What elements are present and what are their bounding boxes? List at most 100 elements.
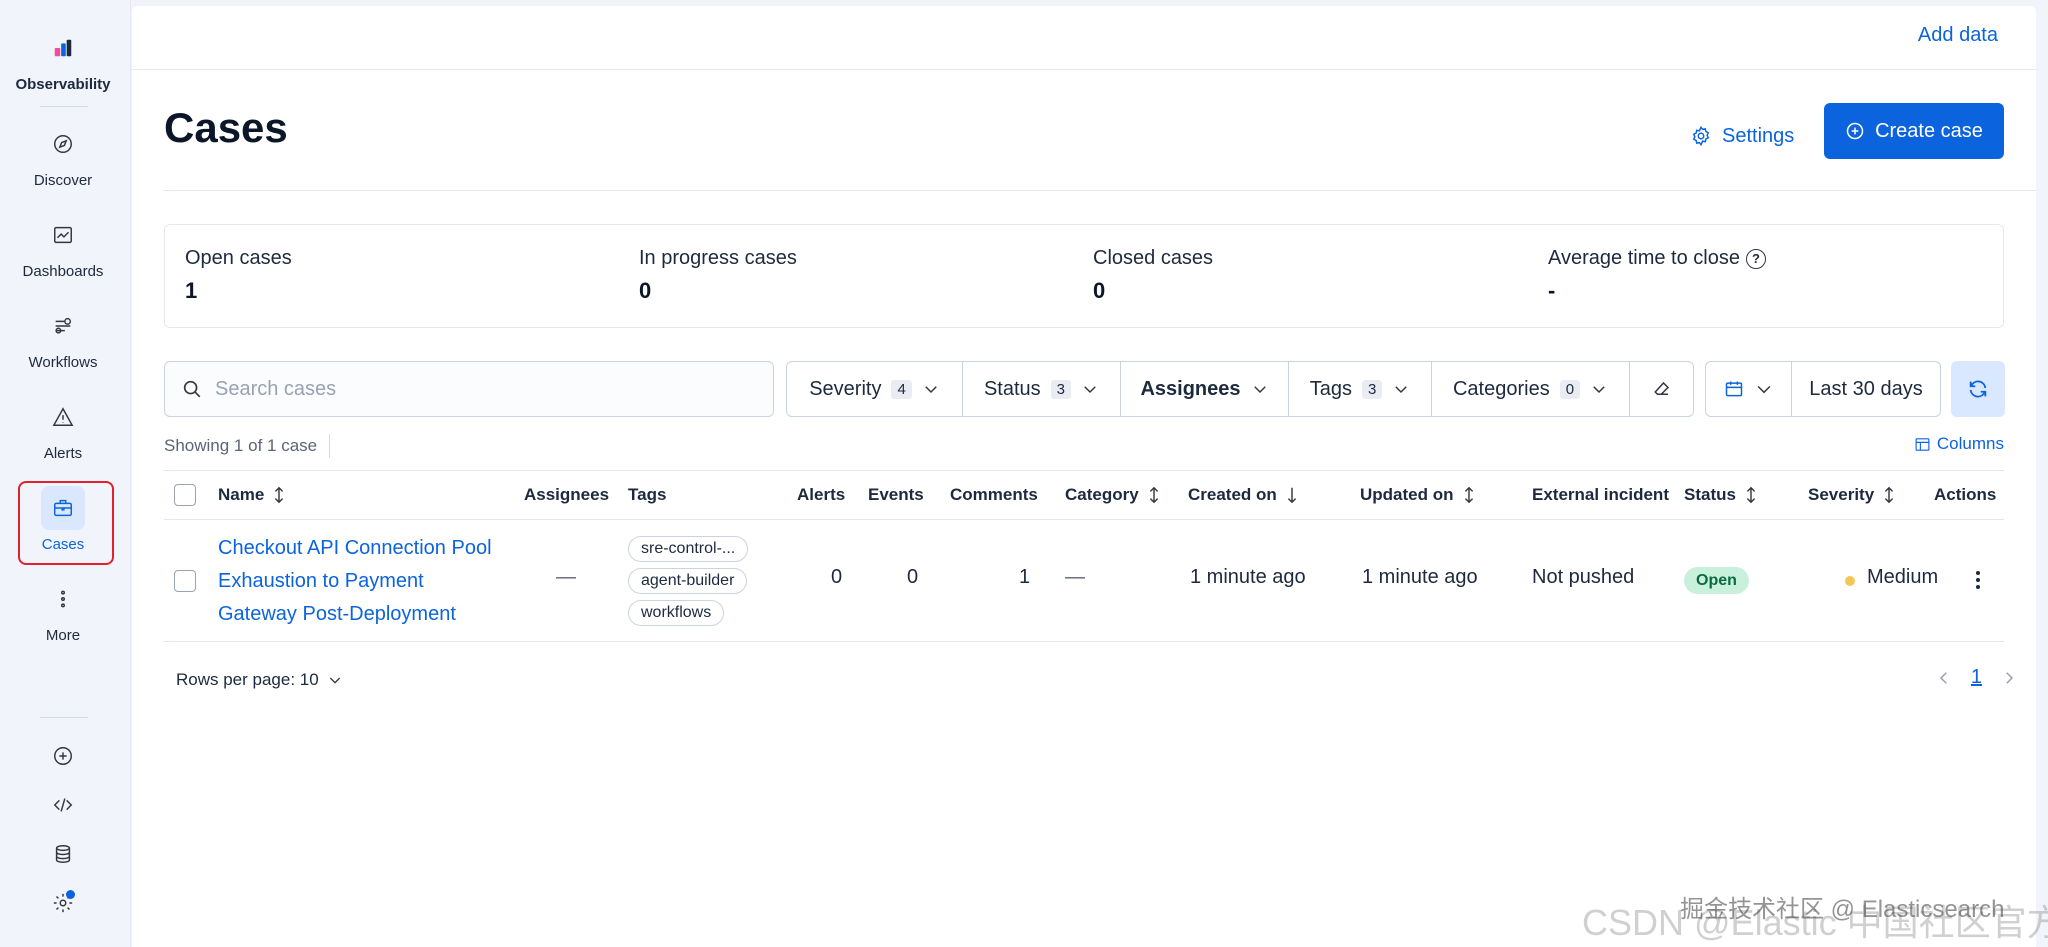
date-range-label[interactable]: Last 30 days [1792,378,1940,401]
tag-badge[interactable]: agent-builder [628,568,748,594]
filter-label: Severity [809,377,882,400]
category-cell: — [1065,566,1085,588]
search-icon [183,380,201,398]
alerts-cell: 0 [831,566,843,588]
rows-per-page-selector[interactable]: Rows per page: 10 [176,670,343,690]
status-badge[interactable]: Open [1684,567,1749,594]
add-circle-icon[interactable] [48,741,78,771]
sidebar-item-label: Dashboards [22,263,104,280]
stat-value: 0 [1093,278,1106,303]
page-title: Cases [164,104,288,151]
add-data-link[interactable]: Add data [1918,24,1998,47]
clear-filters-button[interactable] [1630,362,1693,416]
categories-filter[interactable]: Categories 0 [1432,362,1630,416]
column-label: Category [1065,485,1139,504]
chevron-down-icon [1395,386,1408,394]
column-label: Tags [628,485,667,504]
gear-icon [1692,125,1710,147]
tags-filter[interactable]: Tags 3 [1289,362,1432,416]
chevron-down-icon [1593,386,1605,394]
sidebar-item-label: Alerts [43,445,83,462]
stat-value: 1 [185,278,198,303]
severity-filter[interactable]: Severity 4 [787,362,963,416]
create-case-label: Create case [1875,119,1983,142]
sidebar-divider [40,717,88,718]
notification-dot [66,890,75,899]
column-header-category[interactable]: Category [1065,471,1161,519]
stat-closed-cases: Closed cases 0 [1093,247,1213,304]
column-header-assignees: Assignees [524,471,609,519]
status-filter[interactable]: Status 3 [963,362,1121,416]
sidebar-item-dashboards[interactable]: Dashboards [0,213,126,280]
gear-icon[interactable] [48,888,78,918]
column-header-actions: Actions [1934,471,1996,519]
stat-label-row: Average time to close ? [1548,247,1766,270]
sidebar-item-label: More [45,627,81,644]
column-header-tags: Tags [628,471,666,519]
help-icon[interactable]: ? [1745,248,1766,269]
filter-label: Status [983,377,1041,400]
quick-select-button[interactable] [1706,362,1792,416]
database-icon[interactable] [48,839,78,869]
column-label: Assignees [524,485,610,504]
filter-label: Categories [1452,377,1550,400]
tag-badge[interactable]: sre-control-... [628,536,749,562]
column-label: Alerts [797,485,846,504]
sidebar: Observability Discover Dashboards Workfl… [0,0,131,947]
previous-page-button[interactable] [1935,669,1953,687]
column-header-created-on[interactable]: Created on [1188,471,1299,519]
columns-button[interactable]: Columns [1914,434,2004,454]
comments-cell: 1 [1019,566,1031,588]
columns-label: Columns [1936,434,2004,453]
sidebar-item-discover[interactable]: Discover [0,122,126,189]
table-header: Name Assignees Tags Alerts Events Commen… [164,470,2004,520]
chevron-down-icon [1253,386,1266,394]
sort-icon [1149,486,1158,504]
tag-badge[interactable]: workflows [628,600,725,626]
results-count: Showing 1 of 1 case [164,434,331,458]
search-input[interactable] [215,377,735,401]
sort-icon [1464,486,1473,504]
column-label: Name [218,485,265,504]
assignees-filter[interactable]: Assignees [1121,362,1289,416]
observability-logo[interactable]: Observability [0,26,126,93]
column-header-external-incident: External incident [1532,471,1669,519]
case-title-link[interactable]: Checkout API Connection Pool Exhaustion … [218,532,518,631]
next-page-button[interactable] [2000,669,2018,687]
row-actions-button[interactable] [1966,566,1990,594]
column-header-comments: Comments [950,471,1038,519]
column-label: External incident [1532,485,1669,504]
compass-icon [41,122,85,166]
refresh-button[interactable] [1951,361,2005,417]
title-divider [164,190,2036,191]
column-header-updated-on[interactable]: Updated on [1360,471,1476,519]
search-box [164,361,774,417]
settings-button[interactable]: Settings [1670,108,1814,164]
row-checkbox[interactable] [174,570,196,592]
watermark-overlay: 掘金技术社区 @ Elasticsearch [1680,896,2005,923]
kebab-dot [1976,571,1980,575]
column-header-severity[interactable]: Severity [1808,471,1896,519]
select-all-checkbox[interactable] [174,484,196,506]
column-label: Events [868,485,924,504]
sidebar-item-more[interactable]: More [0,577,126,644]
more-vertical-icon [41,577,85,621]
chevron-left-icon [1939,671,1947,684]
column-header-alerts: Alerts [797,471,845,519]
plus-circle-icon [1846,122,1864,140]
code-icon[interactable] [48,790,78,820]
column-header-status[interactable]: Status [1684,471,1758,519]
create-case-button[interactable]: Create case [1824,103,2004,159]
sidebar-item-workflows[interactable]: Workflows [0,304,126,371]
table-row: Checkout API Connection Pool Exhaustion … [164,520,2004,642]
events-cell: 0 [907,566,919,588]
case-title-line: Checkout API Connection Pool [218,537,492,559]
stat-label: Closed cases [1093,247,1214,269]
stat-average-time-to-close: Average time to close ? - [1548,247,1766,304]
stat-in-progress-cases: In progress cases 0 [639,247,797,304]
filter-count: 0 [1559,379,1581,399]
column-header-name[interactable]: Name [218,471,286,519]
sidebar-item-alerts[interactable]: Alerts [0,395,126,462]
chevron-down-icon [925,386,937,394]
page-number-button[interactable]: 1 [1971,666,1982,689]
